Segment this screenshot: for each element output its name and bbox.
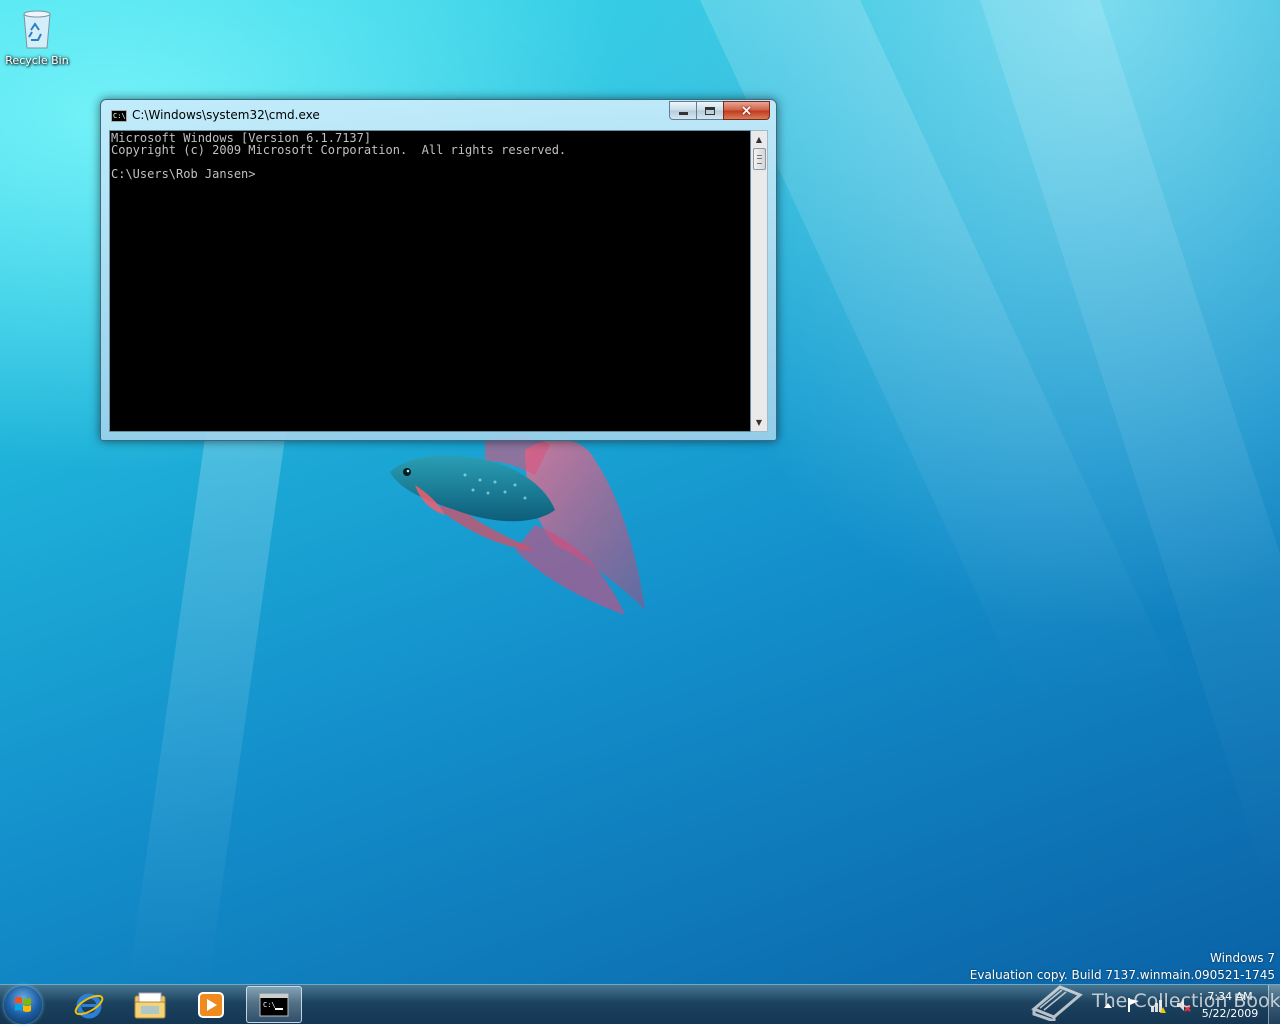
taskbar-windows-explorer[interactable] — [122, 986, 178, 1023]
scrollbar-thumb[interactable] — [753, 148, 766, 170]
maximize-icon — [705, 106, 715, 115]
watermark-os-name: Windows 7 — [1209, 951, 1275, 965]
clock-date: 5/22/2009 — [1201, 1007, 1259, 1020]
taskbar: C:\ 7:34 AM 5/22/2009 — [0, 984, 1280, 1024]
close-icon: × — [740, 102, 753, 119]
windows-logo-icon — [15, 997, 31, 1012]
desktop-icon-recycle-bin[interactable]: Recycle Bin — [4, 6, 70, 67]
window-titlebar[interactable]: C:\ C:\Windows\system32\cmd.exe × — [101, 100, 776, 130]
scroll-down-arrow-icon[interactable]: ▼ — [751, 414, 767, 431]
show-desktop-button[interactable] — [1268, 985, 1280, 1024]
console-prompt: C:\Users\Rob Jansen> — [111, 167, 256, 181]
vertical-scrollbar[interactable]: ▲ ▼ — [751, 130, 768, 432]
command-prompt-icon: C:\ — [259, 993, 289, 1016]
recycle-bin-icon — [19, 6, 55, 50]
desktop-icon-label: Recycle Bin — [5, 54, 69, 67]
internet-explorer-icon — [74, 993, 104, 1018]
console-output[interactable]: Microsoft Windows [Version 6.1.7137] Cop… — [109, 130, 751, 432]
svg-text:C:\: C:\ — [263, 1001, 276, 1009]
betta-fish-wallpaper — [390, 434, 645, 615]
show-hidden-icons-arrow[interactable] — [1100, 997, 1116, 1013]
command-prompt-icon[interactable]: C:\ — [111, 110, 127, 122]
minimize-icon — [678, 112, 688, 115]
folder-icon — [134, 992, 166, 1018]
media-player-icon — [198, 991, 224, 1018]
taskbar-command-prompt[interactable]: C:\ — [246, 986, 302, 1023]
taskbar-clock[interactable]: 7:34 AM 5/22/2009 — [1188, 988, 1272, 1022]
minimize-button[interactable] — [669, 101, 696, 120]
clock-time: 7:34 AM — [1207, 990, 1253, 1003]
watermark-build: Evaluation copy. Build 7137.winmain.0905… — [969, 968, 1275, 982]
evaluation-watermark: Windows 7 Evaluation copy. Build 7137.wi… — [970, 950, 1275, 984]
taskbar-media-player[interactable] — [183, 986, 239, 1023]
notification-area — [1100, 985, 1200, 1025]
start-button[interactable] — [4, 986, 42, 1024]
taskbar-internet-explorer[interactable] — [61, 986, 117, 1023]
command-prompt-window[interactable]: C:\ C:\Windows\system32\cmd.exe × Micros… — [100, 99, 777, 441]
caption-buttons: × — [669, 101, 770, 120]
desktop: Recycle Bin C:\ C:\Windows\system32\cmd.… — [0, 0, 1280, 984]
console-line: Copyright (c) 2009 Microsoft Corporation… — [111, 143, 567, 157]
maximize-button[interactable] — [696, 101, 723, 120]
network-warning-icon[interactable] — [1150, 997, 1166, 1013]
window-title: C:\Windows\system32\cmd.exe — [132, 108, 320, 122]
scroll-up-arrow-icon[interactable]: ▲ — [751, 131, 767, 148]
close-button[interactable]: × — [723, 101, 770, 120]
flag-icon[interactable] — [1125, 997, 1141, 1013]
